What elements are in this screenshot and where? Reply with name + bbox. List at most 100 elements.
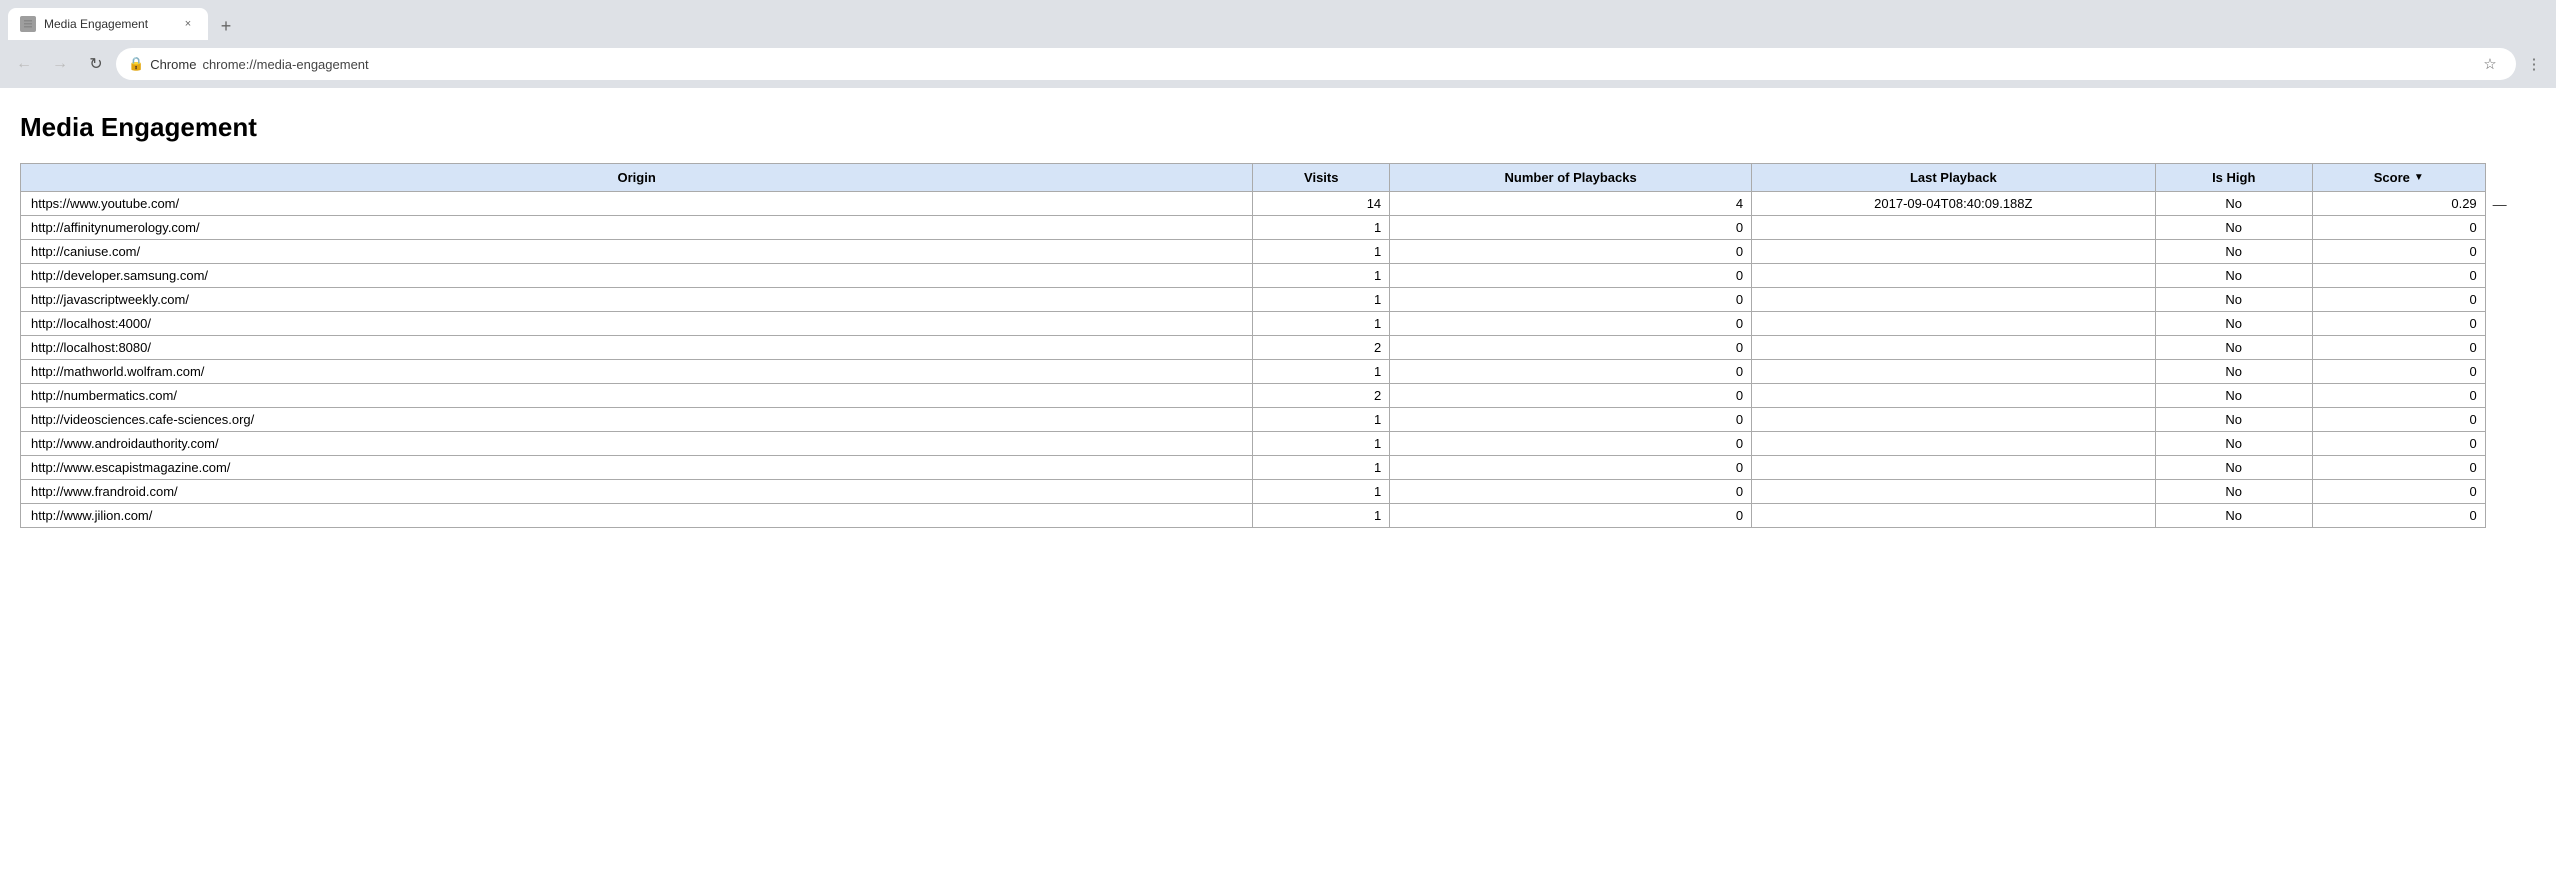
- cell-playbacks: 0: [1390, 384, 1752, 408]
- cell-origin: http://www.escapistmagazine.com/: [21, 456, 1253, 480]
- bookmark-button[interactable]: ☆: [2476, 50, 2504, 78]
- cell-is-high: No: [2155, 408, 2312, 432]
- cell-last-playback: [1752, 336, 2156, 360]
- cell-playbacks: 0: [1390, 264, 1752, 288]
- chrome-label: Chrome: [150, 57, 196, 72]
- cell-origin: http://caniuse.com/: [21, 240, 1253, 264]
- address-bar[interactable]: 🔒 Chrome chrome://media-engagement ☆: [116, 48, 2516, 80]
- browser-menu-button[interactable]: ⋮: [2520, 50, 2548, 78]
- cell-playbacks: 0: [1390, 360, 1752, 384]
- table-row: http://www.jilion.com/10No0: [21, 504, 2486, 528]
- cell-is-high: No: [2155, 192, 2312, 216]
- table-row: http://mathworld.wolfram.com/10No0: [21, 360, 2486, 384]
- tab-page-icon: [20, 16, 36, 32]
- cell-is-high: No: [2155, 264, 2312, 288]
- security-icon: 🔒: [128, 56, 144, 72]
- table-row: https://www.youtube.com/1442017-09-04T08…: [21, 192, 2486, 216]
- table-row: http://www.androidauthority.com/10No0: [21, 432, 2486, 456]
- cell-playbacks: 4: [1390, 192, 1752, 216]
- back-button[interactable]: ←: [8, 48, 40, 80]
- cell-origin: http://www.jilion.com/: [21, 504, 1253, 528]
- cell-score: 0: [2312, 264, 2485, 288]
- table-body: https://www.youtube.com/1442017-09-04T08…: [21, 192, 2486, 528]
- page-content: Media Engagement Origin Visits Number of…: [0, 88, 2556, 552]
- header-origin[interactable]: Origin: [21, 164, 1253, 192]
- cell-last-playback: [1752, 360, 2156, 384]
- cell-score: 0: [2312, 408, 2485, 432]
- table-row: http://localhost:8080/20No0: [21, 336, 2486, 360]
- cell-score: 0: [2312, 384, 2485, 408]
- new-tab-button[interactable]: +: [212, 12, 240, 40]
- cell-playbacks: 0: [1390, 336, 1752, 360]
- table-row: http://developer.samsung.com/10No0: [21, 264, 2486, 288]
- cell-visits: 1: [1253, 360, 1390, 384]
- cell-score: 0: [2312, 312, 2485, 336]
- cell-visits: 1: [1253, 432, 1390, 456]
- cell-visits: 1: [1253, 264, 1390, 288]
- forward-button[interactable]: →: [44, 48, 76, 80]
- cell-origin: http://mathworld.wolfram.com/: [21, 360, 1253, 384]
- table-row: http://javascriptweekly.com/10No0: [21, 288, 2486, 312]
- cell-visits: 1: [1253, 408, 1390, 432]
- cell-playbacks: 0: [1390, 288, 1752, 312]
- table-row: http://videosciences.cafe-sciences.org/1…: [21, 408, 2486, 432]
- table-row: http://www.frandroid.com/10No0: [21, 480, 2486, 504]
- table-header: Origin Visits Number of Playbacks Last P…: [21, 164, 2486, 192]
- cell-last-playback: [1752, 504, 2156, 528]
- cell-origin: http://www.androidauthority.com/: [21, 432, 1253, 456]
- cell-playbacks: 0: [1390, 432, 1752, 456]
- cell-origin: http://www.frandroid.com/: [21, 480, 1253, 504]
- header-is-high[interactable]: Is High: [2155, 164, 2312, 192]
- cell-score: 0: [2312, 216, 2485, 240]
- cell-visits: 1: [1253, 216, 1390, 240]
- table-row: http://localhost:4000/10No0: [21, 312, 2486, 336]
- row-dash-indicator: —: [2493, 196, 2507, 212]
- cell-origin: http://developer.samsung.com/: [21, 264, 1253, 288]
- header-visits[interactable]: Visits: [1253, 164, 1390, 192]
- cell-visits: 14: [1253, 192, 1390, 216]
- cell-playbacks: 0: [1390, 456, 1752, 480]
- cell-score: 0: [2312, 456, 2485, 480]
- cell-origin: http://videosciences.cafe-sciences.org/: [21, 408, 1253, 432]
- cell-is-high: No: [2155, 480, 2312, 504]
- cell-playbacks: 0: [1390, 216, 1752, 240]
- cell-visits: 1: [1253, 504, 1390, 528]
- header-last-playback[interactable]: Last Playback: [1752, 164, 2156, 192]
- cell-visits: 1: [1253, 288, 1390, 312]
- cell-is-high: No: [2155, 384, 2312, 408]
- cell-score: 0: [2312, 360, 2485, 384]
- cell-score: 0: [2312, 432, 2485, 456]
- cell-score: 0: [2312, 240, 2485, 264]
- active-tab[interactable]: Media Engagement ×: [8, 8, 208, 40]
- cell-last-playback: 2017-09-04T08:40:09.188Z: [1752, 192, 2156, 216]
- table-row: http://www.escapistmagazine.com/10No0: [21, 456, 2486, 480]
- header-score[interactable]: Score ▼: [2312, 164, 2485, 192]
- table-row: http://caniuse.com/10No0: [21, 240, 2486, 264]
- cell-is-high: No: [2155, 432, 2312, 456]
- cell-last-playback: [1752, 384, 2156, 408]
- cell-visits: 1: [1253, 456, 1390, 480]
- table-row: http://numbermatics.com/20No0: [21, 384, 2486, 408]
- tab-bar: Media Engagement × +: [0, 0, 2556, 40]
- cell-score: 0.29—: [2312, 192, 2485, 216]
- browser-frame: Media Engagement × + ← → ↻ 🔒 Chrome chro…: [0, 0, 2556, 88]
- header-playbacks[interactable]: Number of Playbacks: [1390, 164, 1752, 192]
- cell-playbacks: 0: [1390, 408, 1752, 432]
- cell-origin: https://www.youtube.com/: [21, 192, 1253, 216]
- cell-last-playback: [1752, 456, 2156, 480]
- cell-is-high: No: [2155, 504, 2312, 528]
- cell-is-high: No: [2155, 312, 2312, 336]
- table-row: http://affinitynumerology.com/10No0: [21, 216, 2486, 240]
- cell-last-playback: [1752, 312, 2156, 336]
- cell-last-playback: [1752, 288, 2156, 312]
- reload-button[interactable]: ↻: [80, 48, 112, 80]
- navigation-bar: ← → ↻ 🔒 Chrome chrome://media-engagement…: [0, 40, 2556, 88]
- tab-close-button[interactable]: ×: [180, 16, 196, 32]
- address-right-actions: ☆: [2476, 50, 2504, 78]
- cell-is-high: No: [2155, 240, 2312, 264]
- cell-is-high: No: [2155, 216, 2312, 240]
- cell-is-high: No: [2155, 456, 2312, 480]
- cell-playbacks: 0: [1390, 504, 1752, 528]
- sort-indicator: ▼: [2414, 172, 2424, 183]
- cell-last-playback: [1752, 240, 2156, 264]
